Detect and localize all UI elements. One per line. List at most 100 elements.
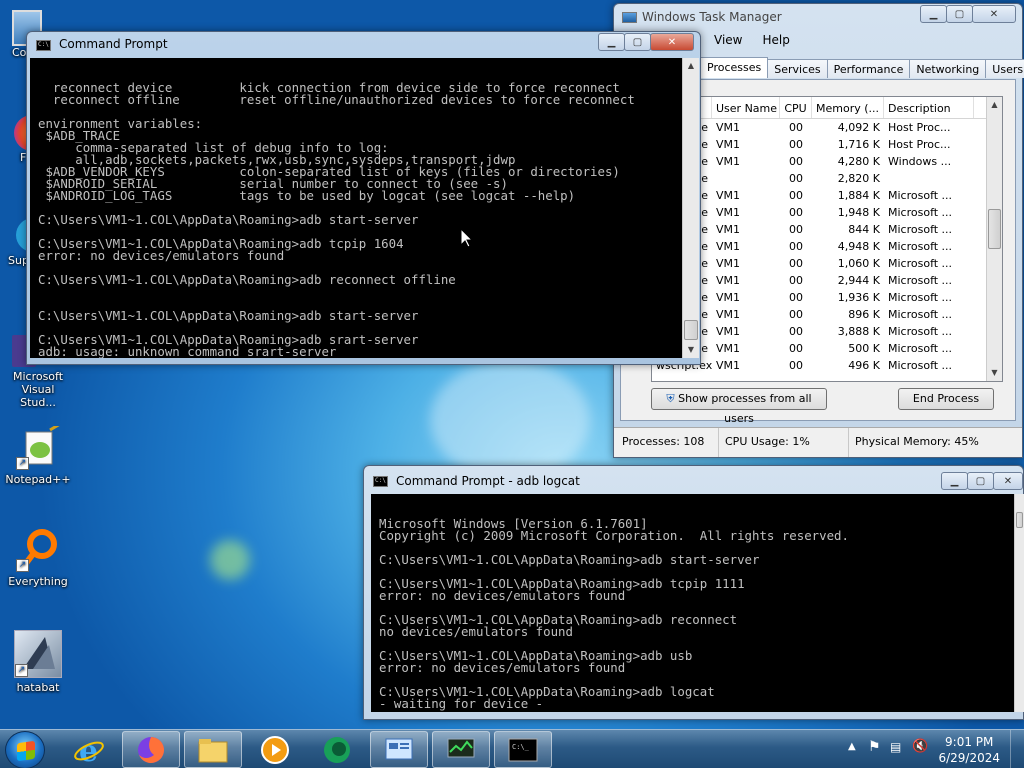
table-row[interactable]: e VM1 00 4,948 K Microsoft ... [652,238,1002,255]
scroll-thumb[interactable] [684,320,698,340]
tab-performance[interactable]: Performance [826,59,911,78]
table-row[interactable]: e VM1 00 1,060 K Microsoft ... [652,255,1002,272]
clock-time: 9:01 PM [945,735,994,749]
process-description: Microsoft ... [888,274,953,287]
desktop-icon-notepadpp[interactable]: ↗ Notepad++ [2,422,74,486]
console-scrollbar[interactable] [1014,494,1024,712]
console-scrollbar[interactable]: ▲ ▼ [682,58,699,358]
menu-help[interactable]: Help [762,30,789,52]
process-user-name [712,170,780,187]
scroll-up-icon[interactable]: ▲ [683,58,699,74]
status-processes: Processes: 108 [614,428,719,457]
column-user-name[interactable]: User Name [712,97,780,118]
process-list-scrollbar[interactable]: ▲ ▼ [986,97,1002,381]
scroll-up-icon[interactable]: ▲ [987,97,1002,113]
taskbar-app-network[interactable] [432,731,490,768]
minimize-button[interactable]: ▁ [920,5,947,23]
table-row[interactable]: e VM1 00 1,884 K Microsoft ... [652,187,1002,204]
close-button[interactable]: ✕ [972,5,1016,23]
process-description: Host Proc... [888,121,951,134]
console-line: error: no devices/emulators found [379,660,626,675]
shield-icon: ⛨ [666,392,675,405]
show-hidden-icons-icon[interactable]: ▲ [848,741,856,752]
console-output[interactable]: Microsoft Windows [Version 6.1.7601] Copy… [371,494,1014,712]
taskbar-app-green[interactable] [308,731,366,768]
process-description: Microsoft ... [888,206,953,219]
table-row[interactable]: e VM1 00 2,944 K Microsoft ... [652,272,1002,289]
taskbar-app-media-player[interactable] [246,731,304,768]
maximize-button[interactable]: ▢ [967,472,994,490]
minimize-button[interactable]: ▁ [941,472,968,490]
table-row[interactable]: exeVM1004,092 KHost Proc... [652,119,1002,136]
scroll-down-icon[interactable]: ▼ [683,342,699,358]
network-icon[interactable]: ▤ [890,740,901,754]
command-prompt-titlebar[interactable]: C:\ Command Prompt ▁ ▢ ✕ [27,32,700,58]
table-row[interactable]: exe002,820 K [652,170,1002,187]
show-all-processes-button[interactable]: ⛨ Show processes from all users [651,388,827,425]
control-panel-icon [385,738,413,759]
close-button[interactable]: ✕ [650,33,694,51]
console-output[interactable]: reconnect device kick connection from de… [30,58,682,358]
process-cpu: 00 [789,155,803,168]
process-list[interactable]: me User Name CPU Memory (... Description… [651,96,1003,382]
flag-icon[interactable]: ⚑ [868,739,881,755]
console-line: C:\Users\VM1~1.COL\AppData\Roaming>adb s… [379,552,760,567]
column-cpu[interactable]: CPU [780,97,812,118]
tab-processes[interactable]: Processes [700,57,769,78]
maximize-button[interactable]: ▢ [946,5,973,23]
scroll-thumb[interactable] [988,209,1001,249]
table-row[interactable]: e VM1 00 500 K Microsoft ... [652,340,1002,357]
table-row[interactable]: exeVM1004,280 KWindows ... [652,153,1002,170]
tab-networking[interactable]: Networking [909,59,987,78]
desktop-icon-hatabat[interactable]: ↗ hatabat [2,630,74,694]
show-desktop-button[interactable] [1010,730,1024,768]
wallpaper-flare [430,360,590,480]
process-user-name: VM1 [716,240,741,253]
window-title: Windows Task Manager [642,10,782,24]
clock[interactable]: 9:01 PM 6/29/2024 [938,734,1000,766]
desktop-icon-label: Microsoft Visual Stud... [12,370,64,409]
table-row[interactable]: e VM1 00 896 K Microsoft ... [652,306,1002,323]
start-button[interactable] [5,731,45,768]
process-memory: 500 K [848,342,880,355]
volume-muted-icon[interactable]: 🔇 [912,739,928,754]
close-button[interactable]: ✕ [993,472,1023,490]
process-cpu: 00 [789,189,803,202]
menu-view[interactable]: View [714,30,742,52]
maximize-button[interactable]: ▢ [624,33,651,51]
process-description: Microsoft ... [888,359,953,372]
table-row[interactable]: e VM1 00 1,948 K Microsoft ... [652,204,1002,221]
table-row[interactable]: e VM1 00 3,888 K Microsoft ... [652,323,1002,340]
process-cpu: 00 [789,359,803,372]
column-memory[interactable]: Memory (... [812,97,884,118]
taskbar-app-internet-explorer[interactable]: e [60,731,118,768]
taskbar-app-firefox[interactable] [122,731,180,768]
console-lines: Microsoft Windows [Version 6.1.7601] Copy… [379,517,1014,710]
process-user-name: VM1 [716,257,741,270]
table-row[interactable]: e VM1 00 1,936 K Microsoft ... [652,289,1002,306]
process-cpu: 00 [789,138,803,151]
end-process-button[interactable]: End Process [898,388,994,410]
table-row[interactable]: wscript.exeVM100496 KMicrosoft ... [652,357,1002,374]
taskbar-app-file-explorer[interactable] [184,731,242,768]
minimize-button[interactable]: ▁ [598,33,625,51]
table-row[interactable]: exeVM1001,716 KHost Proc... [652,136,1002,153]
scroll-down-icon[interactable]: ▼ [987,365,1002,381]
desktop-icon-everything[interactable]: ↗ Everything [2,528,74,588]
tab-services[interactable]: Services [767,59,828,78]
column-description[interactable]: Description [884,97,974,118]
logcat-titlebar[interactable]: C:\ Command Prompt - adb logcat ▁ ▢ ✕ [364,466,1023,494]
console-line: error: no devices/emulators found [379,588,626,603]
process-description: Host Proc... [888,138,951,151]
process-list-header: me User Name CPU Memory (... Description [652,97,1002,119]
process-memory: 4,092 K [837,121,880,134]
taskbar-app-command-prompt[interactable]: C:\_ [494,731,552,768]
tab-users[interactable]: Users [985,59,1024,78]
task-manager-titlebar[interactable]: Windows Task Manager ▁ ▢ ✕ [614,4,1022,30]
mouse-cursor-icon [461,229,473,248]
window-title: Command Prompt [59,37,168,51]
taskbar-app-control-panel[interactable] [370,731,428,768]
network-monitor-icon [447,738,475,757]
scroll-thumb[interactable] [1016,512,1023,528]
table-row[interactable]: e VM1 00 844 K Microsoft ... [652,221,1002,238]
